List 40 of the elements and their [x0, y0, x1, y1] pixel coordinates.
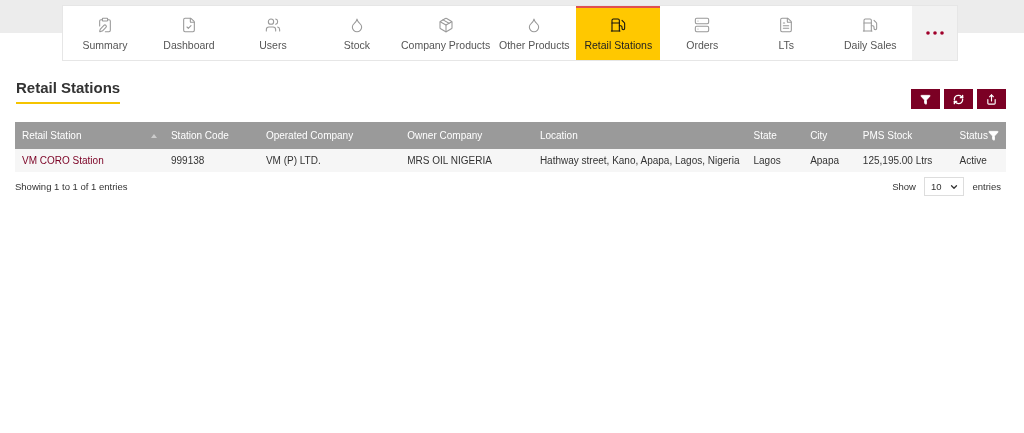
- column-label: PMS Stock: [862, 130, 913, 141]
- server-icon: [694, 17, 711, 33]
- entries-info: Showing 1 to 1 of 1 entries: [15, 181, 128, 192]
- export-icon: [986, 93, 997, 105]
- table-cell: Lagos: [746, 149, 804, 172]
- clipboard-pen-icon: [97, 17, 113, 33]
- column-label: Retail Station: [22, 130, 82, 141]
- refresh-button[interactable]: [944, 89, 973, 109]
- refresh-icon: [953, 93, 964, 105]
- table-cell: 999138: [163, 149, 259, 172]
- column-label: Station Code: [170, 130, 229, 141]
- nav-tab[interactable]: Retail Stations: [576, 6, 661, 60]
- column-label: Operated Company: [265, 130, 354, 141]
- entries-label: entries: [972, 181, 1001, 192]
- table-cell: VM (P) LTD.: [258, 149, 401, 172]
- filter-icon[interactable]: [988, 130, 999, 141]
- column-label: Location: [539, 130, 578, 141]
- station-link[interactable]: VM CORO Station: [15, 149, 164, 172]
- more-dots-icon: [925, 31, 944, 35]
- fuel-pump-icon: [862, 17, 879, 33]
- column-label: Status: [959, 130, 988, 141]
- column-label: City: [810, 130, 828, 141]
- table-cell: Apapa: [803, 149, 856, 172]
- table-cell: Hathway street, Kano, Apapa, Lagos, Nigeria: [532, 149, 747, 172]
- export-button[interactable]: [977, 89, 1006, 109]
- fuel-pump-icon: [610, 17, 627, 33]
- page-size-select[interactable]: 10: [923, 177, 965, 196]
- users-icon: [265, 17, 281, 33]
- filter-icon: [920, 93, 931, 105]
- document-check-icon: [181, 17, 197, 33]
- table-cell: MRS OIL NIGERIA: [400, 149, 533, 172]
- page-title: Retail Stations: [16, 79, 121, 104]
- droplet-icon: [349, 17, 365, 33]
- column-label: State: [753, 130, 777, 141]
- table-cell: 125,195.00 Ltrs: [855, 149, 953, 172]
- show-label: Show: [892, 181, 916, 192]
- document-icon: [778, 17, 795, 33]
- table-cell: Active: [952, 149, 1006, 172]
- column-label: Owner Company: [407, 130, 483, 141]
- filter-button[interactable]: [911, 89, 940, 109]
